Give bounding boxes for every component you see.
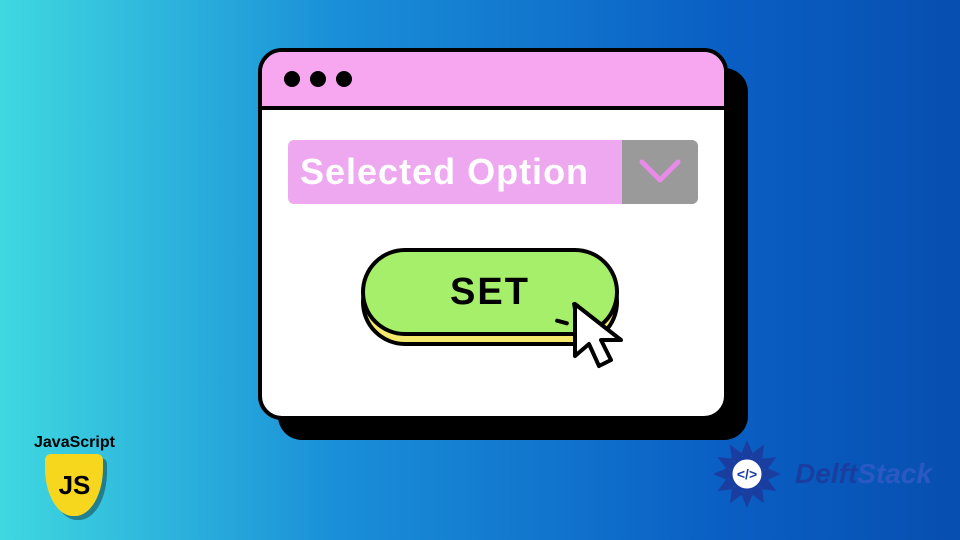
js-shield-icon: JS [45, 454, 103, 516]
delftstack-logo: </> DelftStack [707, 434, 932, 514]
select-label: Selected Option [288, 140, 622, 204]
javascript-label: JavaScript [34, 434, 115, 452]
js-shield-text: JS [59, 470, 91, 501]
delft-prefix: Delft [795, 458, 857, 489]
window-body: Selected Option SET [262, 110, 724, 346]
mandala-icon: </> [707, 434, 787, 514]
window-frame: Selected Option SET [258, 48, 728, 420]
window-titlebar [262, 52, 724, 110]
select-toggle-button[interactable] [622, 140, 698, 204]
cursor-icon [569, 300, 633, 374]
delft-suffix: Stack [857, 458, 932, 489]
traffic-dot-icon [284, 71, 300, 87]
svg-text:</>: </> [737, 466, 757, 482]
chevron-down-icon [638, 158, 682, 186]
javascript-badge: JavaScript JS [34, 434, 115, 516]
traffic-dot-icon [336, 71, 352, 87]
set-button-label: SET [450, 271, 530, 314]
delftstack-text: DelftStack [795, 458, 932, 490]
traffic-dot-icon [310, 71, 326, 87]
set-button-wrap: SET [361, 248, 625, 346]
select-dropdown[interactable]: Selected Option [288, 140, 698, 204]
browser-window-illustration: Selected Option SET [258, 48, 728, 420]
